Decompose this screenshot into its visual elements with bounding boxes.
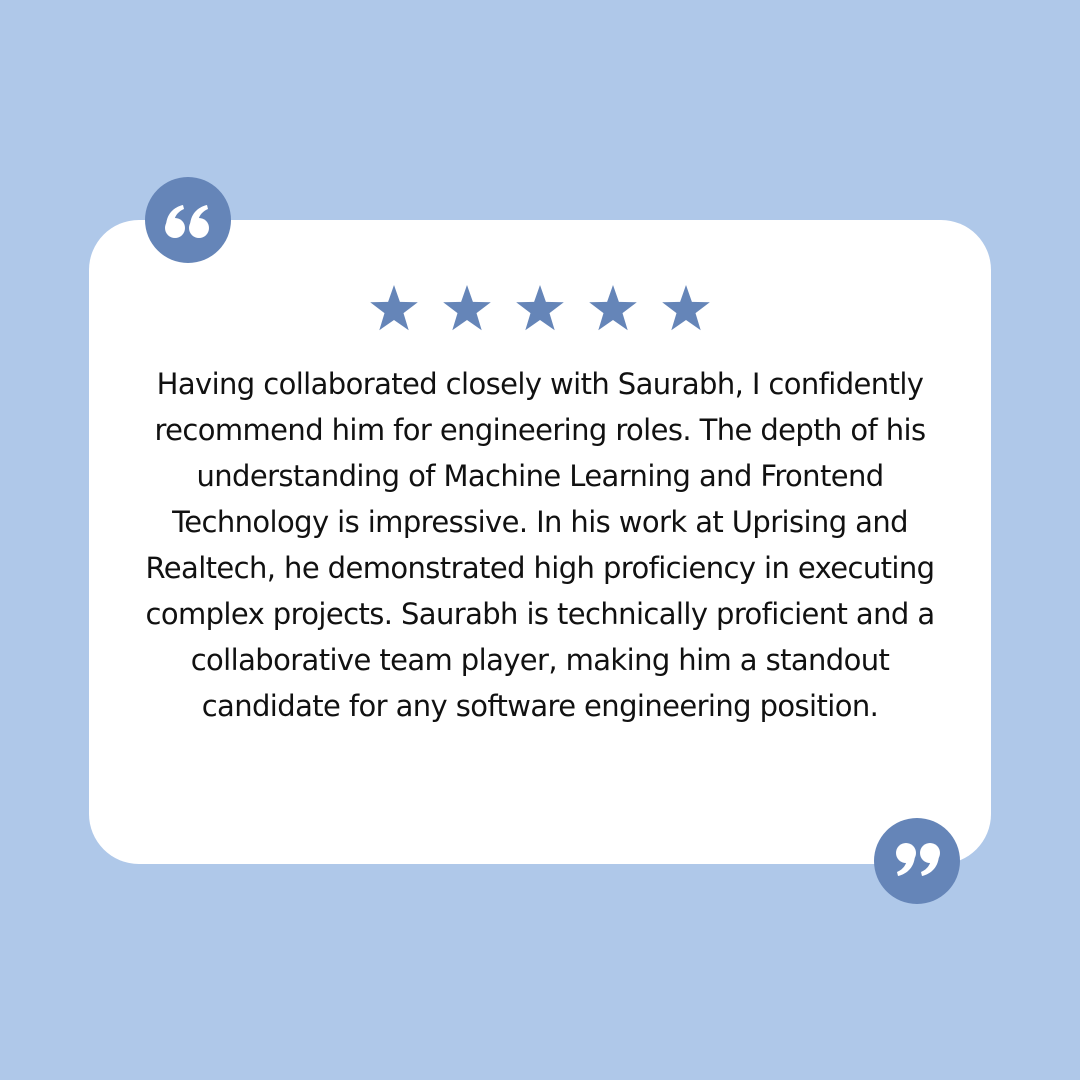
open-quote-icon <box>145 177 231 263</box>
star-icon <box>368 283 420 335</box>
star-icon <box>587 283 639 335</box>
star-icon <box>514 283 566 335</box>
close-quote-icon <box>874 818 960 904</box>
star-icon <box>441 283 493 335</box>
star-icon <box>660 283 712 335</box>
review-text: Having collaborated closely with Saurabh… <box>145 367 935 723</box>
star-rating <box>0 283 1080 335</box>
